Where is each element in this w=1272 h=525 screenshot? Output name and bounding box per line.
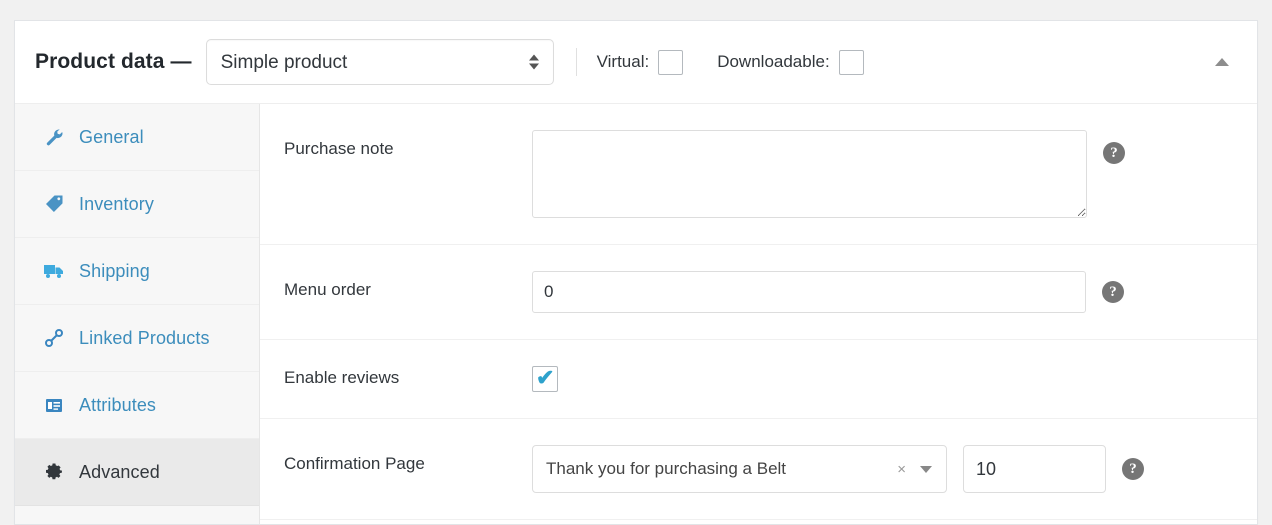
purchase-note-label: Purchase note [284, 139, 394, 158]
virtual-label: Virtual: [596, 52, 650, 71]
truck-icon [43, 260, 65, 282]
page-title: Product data — [35, 50, 192, 73]
virtual-checkbox[interactable] [658, 49, 684, 75]
menu-order-input[interactable] [532, 271, 1086, 313]
list-icon [43, 394, 65, 416]
purchase-note-textarea[interactable] [532, 130, 1087, 218]
confirmation-page-label: Confirmation Page [284, 454, 425, 473]
field-row-confirmation-page: Confirmation Page Thank you for purchasi… [260, 419, 1257, 520]
sidebar-item-attributes[interactable]: Attributes [15, 372, 259, 439]
wrench-icon [43, 126, 65, 148]
confirmation-page-control: Thank you for purchasing a Belt × ? [532, 445, 1257, 493]
field-row-enable-reviews: Enable reviews ✔ [260, 340, 1257, 419]
product-type-select-wrapper: Simple product [205, 39, 554, 85]
virtual-checkbox-group: Virtual: [596, 49, 684, 75]
sidebar-item-label: Inventory [79, 193, 154, 214]
sidebar-item-label: Attributes [79, 394, 157, 415]
downloadable-checkbox-group: Downloadable: [717, 49, 864, 75]
sidebar-item-general[interactable]: General [15, 104, 259, 171]
downloadable-checkbox[interactable] [838, 49, 864, 75]
panel-body: General Inventory Shipping Linked Produc… [15, 103, 1257, 524]
enable-reviews-control: ✔ [532, 365, 1257, 392]
product-data-tabs: General Inventory Shipping Linked Produc… [15, 104, 260, 524]
link-icon [43, 327, 65, 349]
field-row-purchase-note: Purchase note ? [260, 104, 1257, 245]
sidebar-item-label: Advanced [79, 461, 160, 482]
help-icon[interactable]: ? [1122, 458, 1144, 480]
advanced-panel-fields: Purchase note ? Menu order ? Enable revi… [260, 104, 1257, 524]
enable-reviews-label: Enable reviews [284, 368, 400, 387]
triangle-up-icon[interactable] [1209, 49, 1235, 75]
sidebar-item-inventory[interactable]: Inventory [15, 171, 259, 238]
menu-order-control: ? [532, 271, 1257, 313]
menu-order-label: Menu order [284, 280, 371, 299]
sidebar-item-label: Shipping [79, 260, 150, 281]
chevron-down-icon[interactable] [920, 465, 932, 473]
check-icon: ✔ [536, 365, 555, 390]
help-icon[interactable]: ? [1102, 281, 1124, 303]
confirmation-page-select[interactable]: Thank you for purchasing a Belt × [532, 445, 947, 493]
downloadable-label: Downloadable: [717, 52, 830, 71]
sidebar-item-label: General [79, 126, 144, 147]
confirmation-page-selected-value: Thank you for purchasing a Belt [546, 459, 787, 478]
clear-selection-icon[interactable]: × [897, 462, 906, 477]
gear-icon [43, 461, 65, 483]
sidebar-item-label: Linked Products [79, 327, 210, 348]
sidebar-item-advanced[interactable]: Advanced [15, 439, 259, 506]
help-icon[interactable]: ? [1103, 142, 1125, 164]
confirmation-page-number-input[interactable] [963, 445, 1106, 493]
sidebar-item-linked-products[interactable]: Linked Products [15, 305, 259, 372]
panel-header: Product data — Simple product Virtual: D… [15, 21, 1257, 103]
header-divider [575, 48, 577, 76]
enable-reviews-checkbox[interactable]: ✔ [532, 365, 558, 392]
product-type-select[interactable]: Simple product [205, 39, 554, 85]
field-row-menu-order: Menu order ? [260, 245, 1257, 340]
tag-icon [43, 193, 65, 215]
purchase-note-control: ? [532, 130, 1257, 218]
sidebar-item-shipping[interactable]: Shipping [15, 238, 259, 305]
product-data-panel: Product data — Simple product Virtual: D… [14, 20, 1258, 525]
